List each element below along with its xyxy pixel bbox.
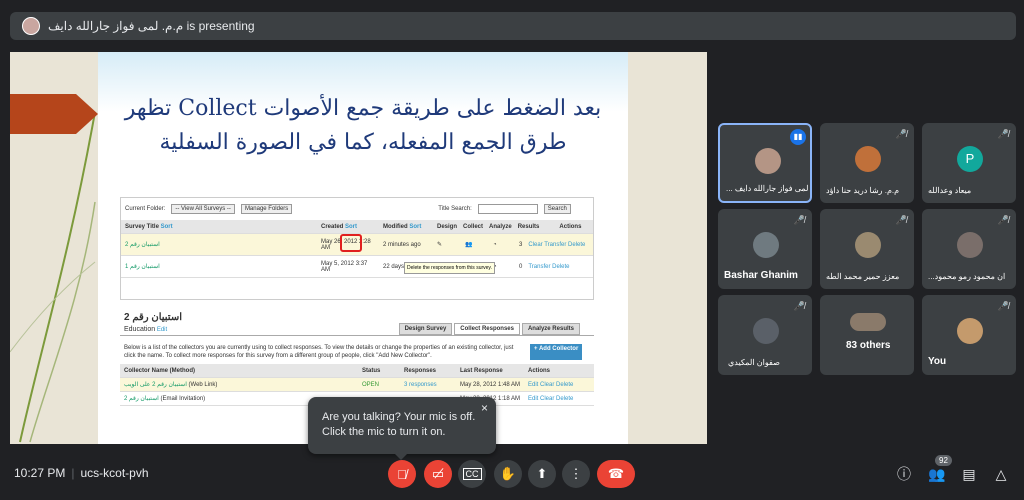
tab-analyze-results: Analyze Results: [521, 323, 580, 335]
avatar: [855, 146, 881, 172]
avatar: [753, 318, 779, 344]
collect-highlight: [340, 234, 362, 252]
survey-category: Education: [124, 325, 156, 333]
participant-name: Bashar Ghanim: [724, 270, 798, 281]
participant-tile[interactable]: 🎤̸ معزز حمير محمد الطه: [820, 209, 914, 289]
title-search-input: [477, 204, 538, 214]
survey-table-header: Survey Title Sort Created Sort Modified …: [121, 220, 593, 234]
mic-off-icon: 🎤̸: [793, 301, 805, 311]
camera-off-icon: ▭̸: [431, 466, 445, 481]
folder-label: Current Folder:: [125, 206, 166, 212]
present-button[interactable]: ⬆: [528, 460, 556, 488]
close-icon[interactable]: ×: [481, 401, 488, 416]
slide-right-margin: [628, 52, 707, 444]
survey-name: استبيان رقم 2: [124, 312, 182, 323]
mic-off-icon: 🎤̸: [997, 129, 1009, 139]
hangup-icon: ☎: [607, 466, 625, 481]
participant-name: م.م. رشا دريد حنا داؤد: [826, 186, 900, 195]
leave-call-button[interactable]: ☎: [597, 460, 635, 488]
mic-off-icon: 🎤̸: [997, 301, 1009, 311]
table-row: استبيان رقم 2 على الويب (Web Link) OPEN …: [120, 378, 594, 392]
toast-line-1: Are you talking? Your mic is off.: [322, 411, 476, 423]
tab-design-survey: Design Survey: [398, 323, 453, 335]
slide-title: بعد الضغط على طريقة جمع الأصوات Collect …: [124, 96, 602, 155]
avatar: [957, 232, 983, 258]
more-vert-icon: ⋮: [569, 466, 583, 481]
collectors-table-header: Collector Name (Method) Status Responses…: [120, 364, 594, 378]
self-tile[interactable]: 🎤̸ You: [922, 295, 1016, 375]
present-icon: ⬆: [536, 466, 548, 481]
others-count: 83 others: [846, 340, 891, 351]
avatar: P: [957, 146, 983, 172]
activities-icon: △: [995, 465, 1007, 482]
camera-toggle-button[interactable]: ▭̸: [424, 460, 452, 488]
mic-off-toast: × Are you talking? Your mic is off. Clic…: [308, 397, 496, 460]
activities-button[interactable]: △: [990, 463, 1012, 485]
table-row: استبيان رقم 1 May 5, 2012 3:37 AM 22 day…: [121, 256, 593, 278]
delete-tooltip: Delete the responses from this survey.: [404, 262, 495, 274]
presentation-stage: بعد الضغط على طريقة جمع الأصوات Collect …: [10, 52, 707, 444]
tab-collect-responses: Collect Responses: [454, 323, 520, 335]
avatar: [850, 313, 886, 331]
survey-toolbar: Current Folder: -- View All Surveys -- M…: [121, 198, 593, 220]
toast-line-2: Click the mic to turn it on.: [322, 426, 446, 438]
survey-tabs: Design Survey Collect Responses Analyze …: [398, 323, 590, 335]
mic-toggle-button[interactable]: 🎙̸: [388, 460, 416, 488]
chat-icon: ▤: [962, 465, 976, 482]
add-collector-button: + Add Collector: [530, 344, 583, 360]
hand-icon: ✋: [499, 466, 517, 481]
participant-name: معزز حمير محمد الطه: [826, 272, 900, 281]
avatar: [755, 148, 781, 174]
participant-name: ميعاد وعدالله: [928, 186, 972, 195]
participant-name: ... لمى فواز جارالله دايف: [726, 184, 809, 193]
presenting-banner: م.م. لمى فواز جارالله دايف is presenting: [10, 12, 1016, 40]
participant-tile[interactable]: 🎤̸ صفوان المكيدي: [718, 295, 812, 375]
presenter-avatar: [22, 17, 40, 35]
avatar: [957, 318, 983, 344]
meeting-details-button[interactable]: ⓘ: [893, 463, 915, 485]
avatar: [855, 232, 881, 258]
people-count-badge: 92: [935, 455, 952, 466]
chat-button[interactable]: ▤: [958, 463, 980, 485]
people-button[interactable]: 👥: [926, 463, 948, 485]
edit-link: Edit: [156, 326, 168, 333]
mic-off-icon: 🎙̸: [397, 466, 407, 482]
manage-folders-button: Manage Folders: [240, 204, 293, 214]
mic-off-icon: 🎤̸: [793, 215, 805, 225]
folder-select: -- View All Surveys --: [171, 204, 235, 214]
participant-tile[interactable]: 🎤̸ P ميعاد وعدالله: [922, 123, 1016, 203]
avatar: [753, 232, 779, 258]
participant-tile[interactable]: 🎤̸ Bashar Ghanim: [718, 209, 812, 289]
title-search-label: Title Search:: [438, 206, 472, 212]
participant-tile[interactable]: ▮▮ ... لمى فواز جارالله دايف: [718, 123, 812, 203]
collectors-description: Below is a list of the collectors you ar…: [124, 345, 514, 359]
participant-tile[interactable]: 🎤̸ ...ان محمود رمو محمود: [922, 209, 1016, 289]
mic-off-icon: 🎤̸: [997, 215, 1009, 225]
captions-icon: CC: [462, 468, 482, 480]
others-tile[interactable]: 83 others: [820, 295, 914, 375]
mic-off-icon: 🎤̸: [895, 129, 907, 139]
mic-off-icon: 🎤̸: [895, 215, 907, 225]
people-icon: 👥: [928, 465, 946, 482]
participant-name: صفوان المكيدي: [728, 358, 780, 367]
info-icon: ⓘ: [897, 466, 911, 482]
search-button: Search: [543, 204, 571, 214]
more-options-button[interactable]: ⋮: [562, 460, 590, 488]
meeting-code: ucs-kcot-pvh: [80, 466, 149, 480]
participant-tile[interactable]: 🎤̸ م.م. رشا دريد حنا داؤد: [820, 123, 914, 203]
speaking-indicator-icon: ▮▮: [790, 129, 806, 145]
raise-hand-button[interactable]: ✋: [494, 460, 522, 488]
participant-name: You: [928, 356, 947, 367]
clock-time: 10:27 PM: [14, 466, 66, 480]
captions-button[interactable]: CC: [458, 460, 486, 488]
meeting-info: 10:27 PM | ucs-kcot-pvh: [14, 466, 149, 480]
presenting-text: م.م. لمى فواز جارالله دايف is presenting: [48, 19, 255, 33]
participant-name: ...ان محمود رمو محمود: [928, 272, 1006, 281]
